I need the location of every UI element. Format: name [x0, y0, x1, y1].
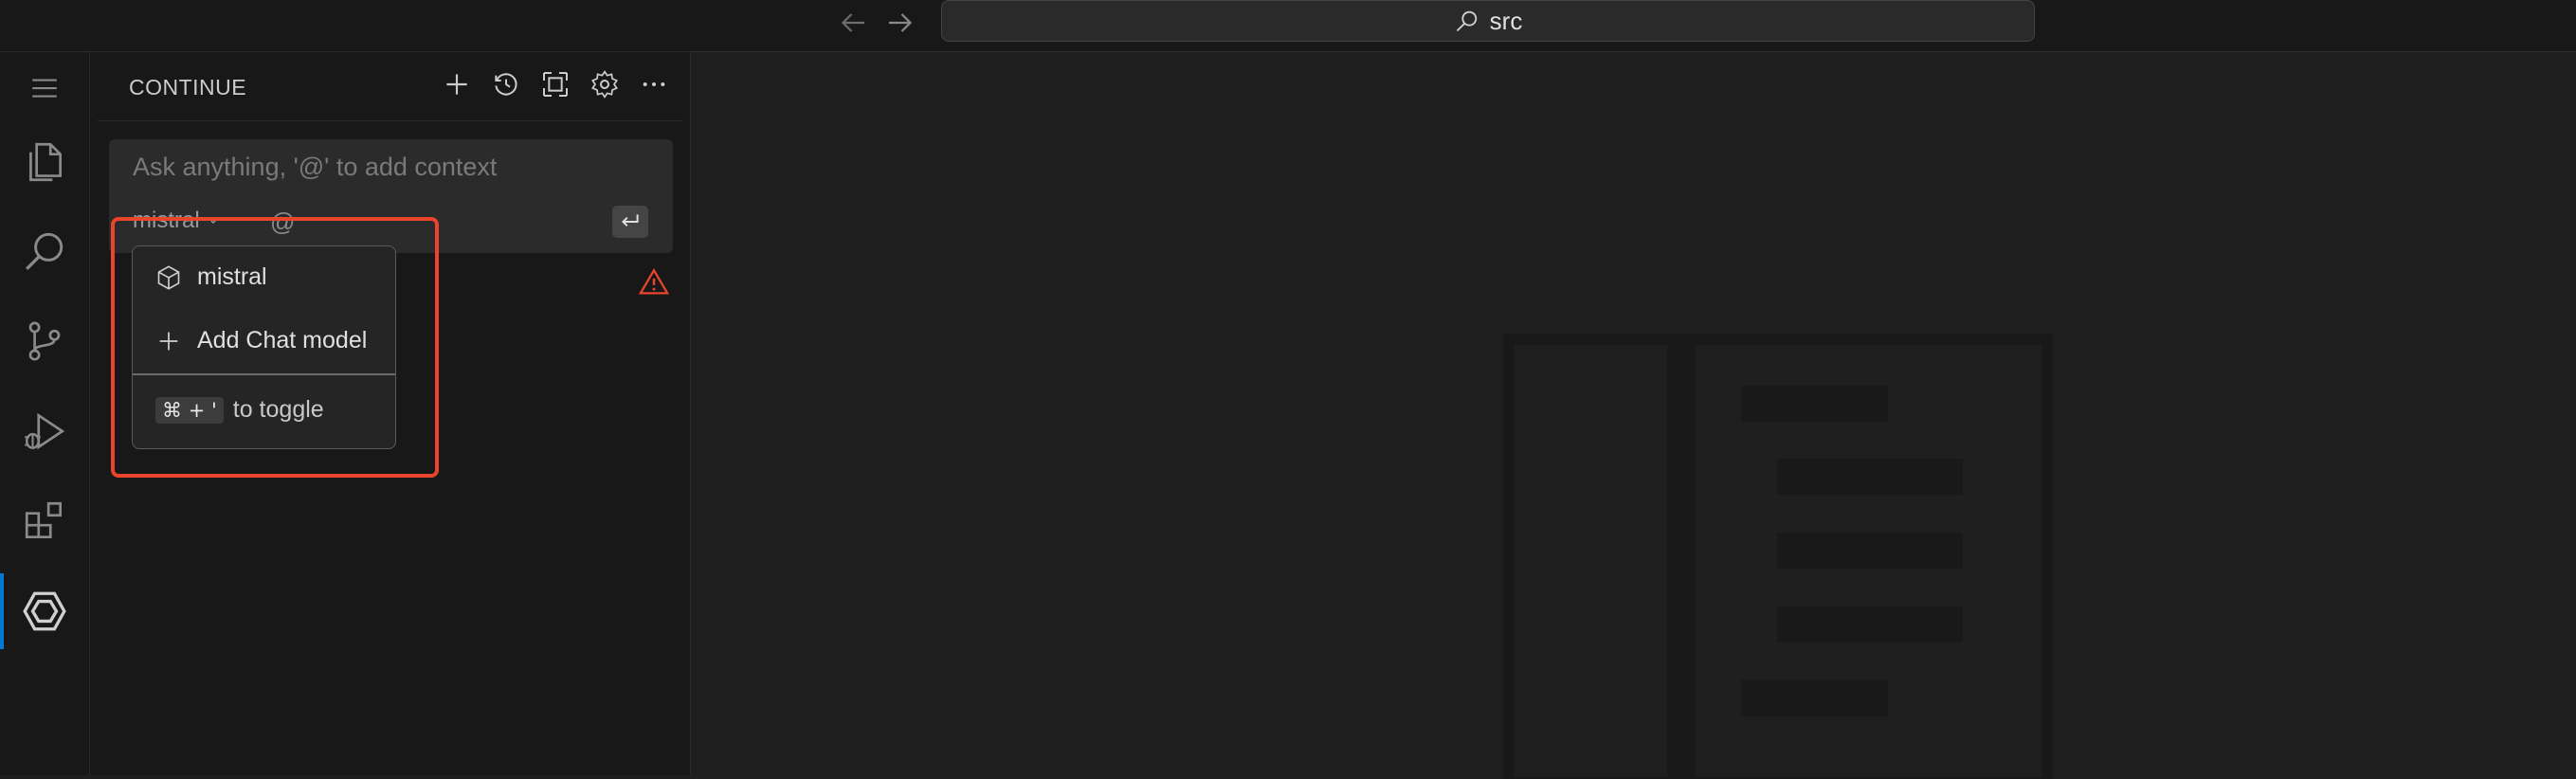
explorer-files-icon: [29, 142, 63, 182]
plus-icon: [446, 74, 467, 95]
submit-button[interactable]: [612, 206, 648, 238]
source-control-icon: [28, 321, 61, 361]
chat-input-placeholder: Ask anything, '@' to add context: [133, 153, 498, 181]
continue-icon: [23, 591, 66, 631]
arrow-right-icon: [889, 13, 913, 32]
menu-button[interactable]: [0, 60, 89, 117]
run-debug-icon: [25, 412, 65, 450]
extensions-button[interactable]: [0, 483, 89, 559]
gear-icon: [591, 70, 618, 99]
history-button[interactable]: [489, 67, 523, 101]
search-icon: [26, 232, 63, 270]
more-actions-button[interactable]: [637, 67, 671, 101]
search-text: src: [1489, 6, 1523, 35]
highlight-box: [111, 217, 439, 478]
search-button[interactable]: [0, 213, 89, 289]
new-session-button[interactable]: [440, 67, 474, 101]
warning-icon[interactable]: [638, 266, 670, 299]
extensions-icon: [25, 501, 63, 539]
settings-button[interactable]: [588, 67, 622, 101]
sidebar-divider: [98, 120, 682, 121]
enter-icon: [622, 214, 639, 227]
activity-bar: [0, 52, 90, 775]
title-bar: src: [0, 0, 2576, 52]
continue-button[interactable]: [0, 573, 89, 649]
source-control-button[interactable]: [0, 303, 89, 379]
more-icon: [643, 82, 665, 86]
menu-icon: [32, 79, 57, 98]
search-icon: [1456, 10, 1477, 32]
forward-button[interactable]: [883, 6, 917, 40]
fullscreen-button[interactable]: [538, 67, 572, 101]
history-icon: [495, 73, 517, 96]
sidebar-title: CONTINUE: [129, 75, 247, 100]
sidebar-toolbar: [440, 67, 671, 101]
arrow-left-icon: [841, 13, 864, 32]
run-debug-button[interactable]: [0, 393, 89, 469]
explorer-button[interactable]: [0, 124, 89, 200]
back-button[interactable]: [836, 6, 870, 40]
editor-watermark-icon: [1503, 334, 2053, 779]
fullscreen-icon: [543, 72, 568, 97]
command-center-search[interactable]: src: [941, 0, 2035, 42]
